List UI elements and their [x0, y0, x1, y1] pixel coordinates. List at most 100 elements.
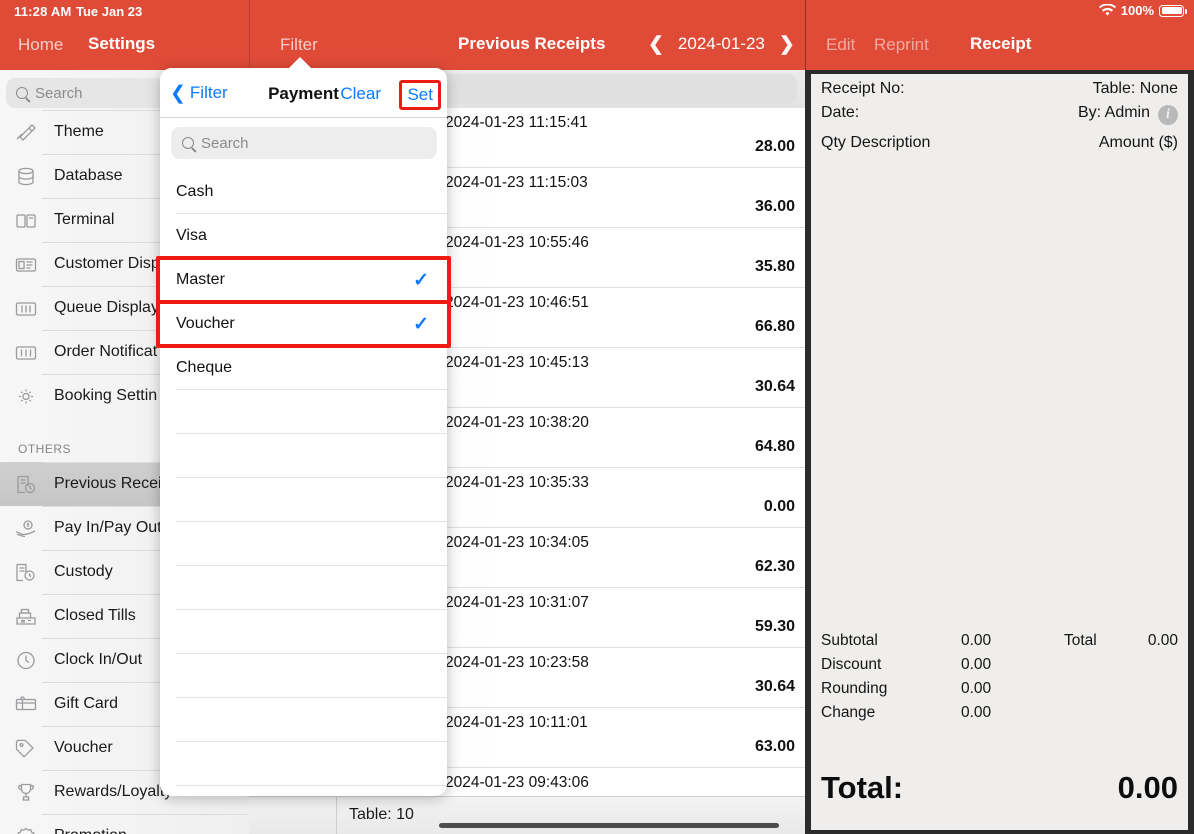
clear-button[interactable]: Clear — [340, 84, 381, 104]
sidebar-item-label: Rewards/Loyalty — [54, 783, 173, 800]
database-icon — [12, 164, 40, 188]
payment-option-empty — [160, 742, 447, 786]
promotion-icon — [12, 824, 40, 834]
info-icon[interactable]: i — [1158, 105, 1178, 125]
total-label: Rounding — [821, 680, 888, 697]
receipt-column-header: Qty Description Amount ($) — [821, 134, 1178, 158]
receipt-table-label: Table: None — [1092, 80, 1178, 97]
sidebar-item-label: Queue Display — [54, 299, 159, 316]
nav-settings-title: Settings — [88, 34, 156, 53]
chevron-left-icon[interactable]: ❮ — [648, 35, 664, 54]
payment-option-voucher[interactable]: Voucher ✓ — [160, 302, 447, 346]
paintbrush-icon — [12, 120, 40, 144]
total-label: Discount — [821, 656, 882, 673]
receipt-by-label: By: Admin — [1077, 104, 1150, 121]
payment-option-empty — [160, 610, 447, 654]
total-value: 0.00 — [961, 632, 992, 649]
receipt-paper: Receipt No: Table: None Date: By: Admin … — [811, 74, 1188, 830]
receipt-amount: 35.80 — [754, 258, 795, 275]
app-screen: 11:28 AM Tue Jan 23 100% Home Settings F… — [0, 0, 1194, 834]
receipt-datetime: 2024-01-23 10:34:05 — [445, 534, 589, 551]
receipt-datetime: 2024-01-23 10:46:51 — [445, 294, 589, 311]
receipt-amount: 36.00 — [754, 198, 795, 215]
trophy-icon — [12, 780, 40, 804]
sidebar-item-label: Theme — [54, 123, 104, 140]
receipt-list-footer: Table: 10 — [249, 796, 805, 834]
custody-icon — [12, 560, 40, 584]
payment-option-cash[interactable]: Cash — [160, 170, 447, 214]
top-navigation-bar: 11:28 AM Tue Jan 23 100% Home Settings F… — [0, 0, 1194, 70]
status-date: Tue Jan 23 — [76, 4, 143, 19]
horizontal-scrollbar[interactable] — [439, 823, 779, 828]
sidebar-item-label: Clock In/Out — [54, 651, 143, 668]
total-value: 0.00 — [961, 680, 992, 697]
edit-button[interactable]: Edit — [826, 35, 855, 55]
search-icon — [16, 87, 28, 99]
sidebar-item-label: Promotion — [54, 827, 127, 834]
payment-filter-popover: ❮ Filter Payment Clear Set Search Cash Vi… — [160, 68, 447, 796]
sidebar-section-label: OTHERS — [18, 442, 72, 456]
sidebar-item-label: Order Notificat — [54, 343, 158, 360]
total-label: Change — [821, 704, 876, 721]
status-bar: 11:28 AM Tue Jan 23 100% — [0, 0, 1194, 24]
sidebar-item-label: Terminal — [54, 211, 115, 228]
payment-option-cheque[interactable]: Cheque — [160, 346, 447, 390]
search-icon — [182, 137, 194, 149]
queue-display-icon — [12, 296, 40, 320]
footer-table-label: Table: 10 — [349, 806, 414, 823]
gift-card-icon — [12, 692, 40, 716]
receipt-amount: 28.00 — [754, 138, 795, 155]
sidebar-item-label: Closed Tills — [54, 607, 136, 624]
payment-option-label: Visa — [176, 227, 207, 244]
grand-total-value: 0.00 — [1117, 770, 1178, 805]
receipt-amount: 59.30 — [754, 618, 795, 635]
tag-icon — [12, 736, 40, 760]
reprint-button[interactable]: Reprint — [874, 35, 929, 55]
receipt-preview-panel: Receipt No: Table: None Date: By: Admin … — [805, 70, 1194, 834]
receipt-amount: 30.64 — [754, 678, 795, 695]
receipt-totals: Subtotal 0.00 Total 0.00 Discount 0.00 Roundin… — [821, 632, 1178, 728]
receipt-total-row: Discount 0.00 — [821, 656, 1178, 680]
gear-icon — [12, 384, 40, 408]
payment-option-empty — [160, 434, 447, 478]
total-value: 0.00 — [961, 656, 992, 673]
customer-display-icon — [12, 252, 40, 276]
receipt-datetime: 2024-01-23 11:15:03 — [445, 174, 588, 191]
popover-search-placeholder: Search — [201, 134, 249, 152]
current-date-label[interactable]: 2024-01-23 — [678, 34, 765, 54]
popover-header: ❮ Filter Payment Clear Set — [160, 68, 447, 118]
set-button[interactable]: Set — [399, 80, 441, 110]
nav-filter-button[interactable]: Filter — [280, 35, 318, 55]
receipt-total-row: Change 0.00 — [821, 704, 1178, 728]
sidebar-item-label: Booking Settin — [54, 387, 158, 404]
nav-home-button[interactable]: Home — [18, 35, 63, 55]
receipt-tab-title: Receipt — [970, 34, 1032, 53]
payment-option-label: Cheque — [176, 359, 233, 376]
terminal-icon — [12, 208, 40, 232]
chevron-right-icon[interactable]: ❯ — [779, 35, 795, 54]
receipt-datetime: 2024-01-23 09:43:06 — [445, 774, 589, 791]
payment-option-list: Cash Visa Master ✓ Voucher ✓ Cheque — [160, 170, 447, 786]
payment-option-master[interactable]: Master ✓ — [160, 258, 447, 302]
sidebar-item-promotion[interactable]: Promotion — [0, 814, 249, 834]
nav-row: Home Settings Filter Previous Receipts ❮… — [0, 24, 1194, 70]
payment-option-visa[interactable]: Visa — [160, 214, 447, 258]
popover-search-input[interactable]: Search — [171, 127, 437, 159]
pay-in-out-icon — [12, 516, 40, 540]
date-stepper: ❮ 2024-01-23 ❯ — [648, 34, 795, 54]
receipt-amount: 30.64 — [754, 378, 795, 395]
payment-option-label: Master — [176, 271, 225, 288]
receipt-date-label: Date: — [821, 104, 860, 121]
receipt-datetime: 2024-01-23 10:35:33 — [445, 474, 589, 491]
total-label-secondary: Total — [1064, 632, 1097, 649]
checkmark-icon: ✓ — [413, 269, 429, 291]
receipt-datetime: 2024-01-23 10:23:58 — [445, 654, 589, 671]
previous-receipts-icon — [12, 472, 40, 496]
receipt-amount: 64.80 — [754, 438, 795, 455]
total-label: Subtotal — [821, 632, 878, 649]
payment-option-empty — [160, 698, 447, 742]
sidebar-item-label: Pay In/Pay Out — [54, 519, 162, 536]
receipt-total-row: Subtotal 0.00 Total 0.00 — [821, 632, 1178, 656]
sidebar-item-label: Custody — [54, 563, 113, 580]
amount-col: Amount ($) — [1098, 134, 1178, 151]
